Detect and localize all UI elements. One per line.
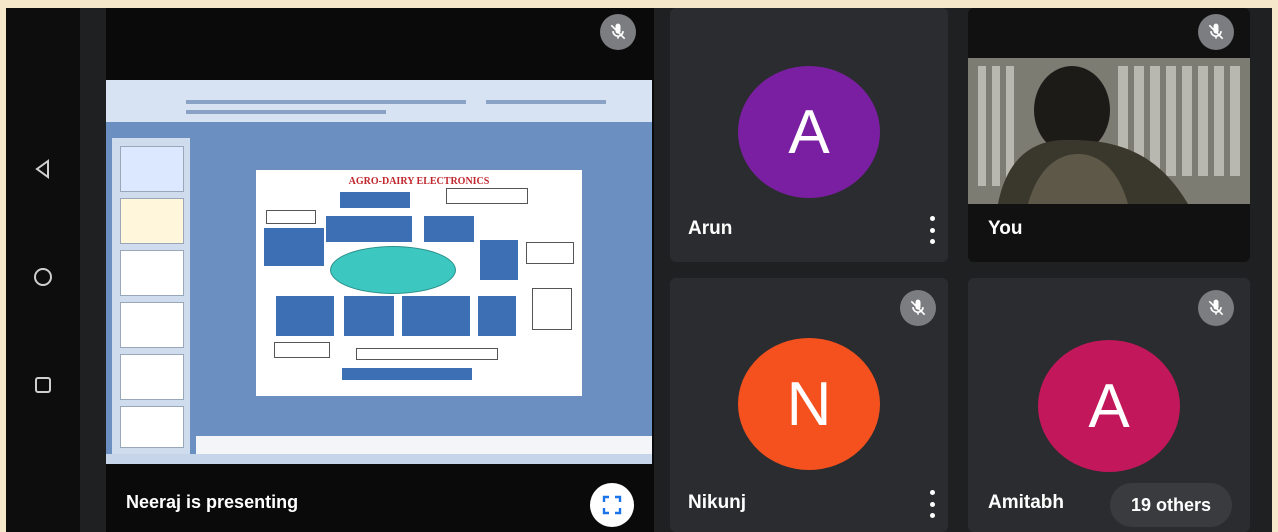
self-video-feed <box>968 58 1250 204</box>
back-icon[interactable] <box>28 154 58 184</box>
home-icon[interactable] <box>28 262 58 292</box>
slide-thumbnails <box>112 138 190 454</box>
notes-pane <box>196 436 652 454</box>
participant-tile-nikunj[interactable]: N Nikunj <box>670 278 948 532</box>
android-nav-bar <box>6 8 80 532</box>
more-vert-icon[interactable] <box>927 490 937 518</box>
others-count-button[interactable]: 19 others <box>1110 483 1232 527</box>
participant-name: You <box>988 218 1023 239</box>
participant-name: Amitabh <box>988 492 1064 513</box>
presenter-label: Neeraj is presenting <box>126 492 299 512</box>
fullscreen-icon <box>602 495 622 515</box>
ppt-ribbon <box>106 80 652 122</box>
ppt-status-bar <box>106 454 652 464</box>
avatar: A <box>1038 340 1180 472</box>
recents-icon[interactable] <box>28 370 58 400</box>
avatar: A <box>738 66 880 198</box>
mic-off-icon <box>900 290 936 326</box>
fullscreen-button[interactable] <box>590 483 634 527</box>
more-vert-icon[interactable] <box>927 216 937 244</box>
mic-off-icon <box>1198 14 1234 50</box>
participant-tile-arun[interactable]: A Arun <box>670 8 948 262</box>
mic-off-icon <box>1198 290 1234 326</box>
participant-name: Nikunj <box>688 492 747 513</box>
participant-name: Arun <box>688 218 733 239</box>
slide-title: AGRO-DAIRY ELECTRONICS <box>348 176 490 187</box>
avatar: N <box>738 338 880 470</box>
mic-off-icon <box>600 14 636 50</box>
shared-screen: AGRO-DAIRY ELECTRONICS <box>106 80 652 464</box>
slide-canvas: AGRO-DAIRY ELECTRONICS <box>256 170 582 396</box>
